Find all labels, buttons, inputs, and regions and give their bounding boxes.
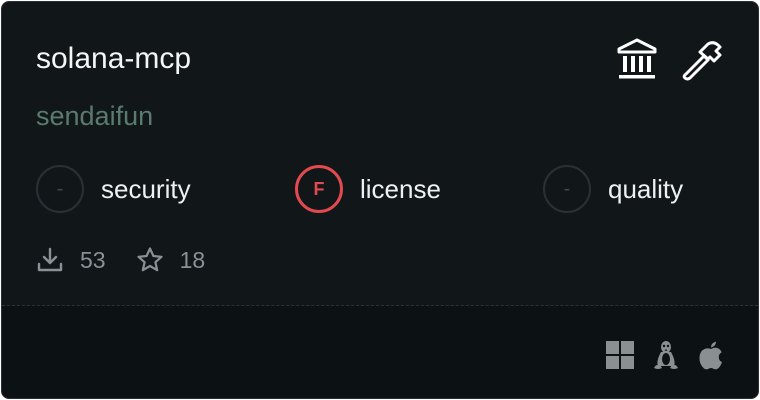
stars-count: 18: [179, 246, 206, 273]
apple-icon: [698, 340, 724, 370]
author-link[interactable]: sendaifun: [36, 99, 153, 133]
score-security[interactable]: - security: [36, 165, 191, 213]
download-icon: [36, 246, 64, 274]
security-label: security: [101, 173, 191, 204]
downloads-stat: 53: [36, 246, 106, 274]
license-grade: F: [295, 165, 343, 213]
server-card[interactable]: solana-mcp sendaifun - security F licens…: [1, 1, 759, 399]
windows-icon: [606, 341, 634, 369]
stats-row: 53 18: [36, 244, 235, 276]
quality-label: quality: [608, 173, 684, 204]
stars-stat: 18: [136, 246, 206, 274]
star-icon: [136, 246, 164, 274]
score-quality[interactable]: - quality: [543, 165, 683, 213]
score-license[interactable]: F license: [295, 165, 441, 213]
card-footer: [2, 306, 758, 398]
quality-grade: -: [543, 165, 591, 213]
downloads-count: 53: [80, 246, 106, 273]
platform-icons: [606, 339, 724, 371]
hammer-icon: [680, 38, 724, 82]
header-icons: [616, 38, 724, 82]
license-label: license: [360, 173, 441, 204]
security-grade: -: [36, 165, 84, 213]
bank-icon: [616, 38, 658, 82]
linux-icon: [652, 339, 680, 371]
server-title[interactable]: solana-mcp: [36, 40, 191, 78]
